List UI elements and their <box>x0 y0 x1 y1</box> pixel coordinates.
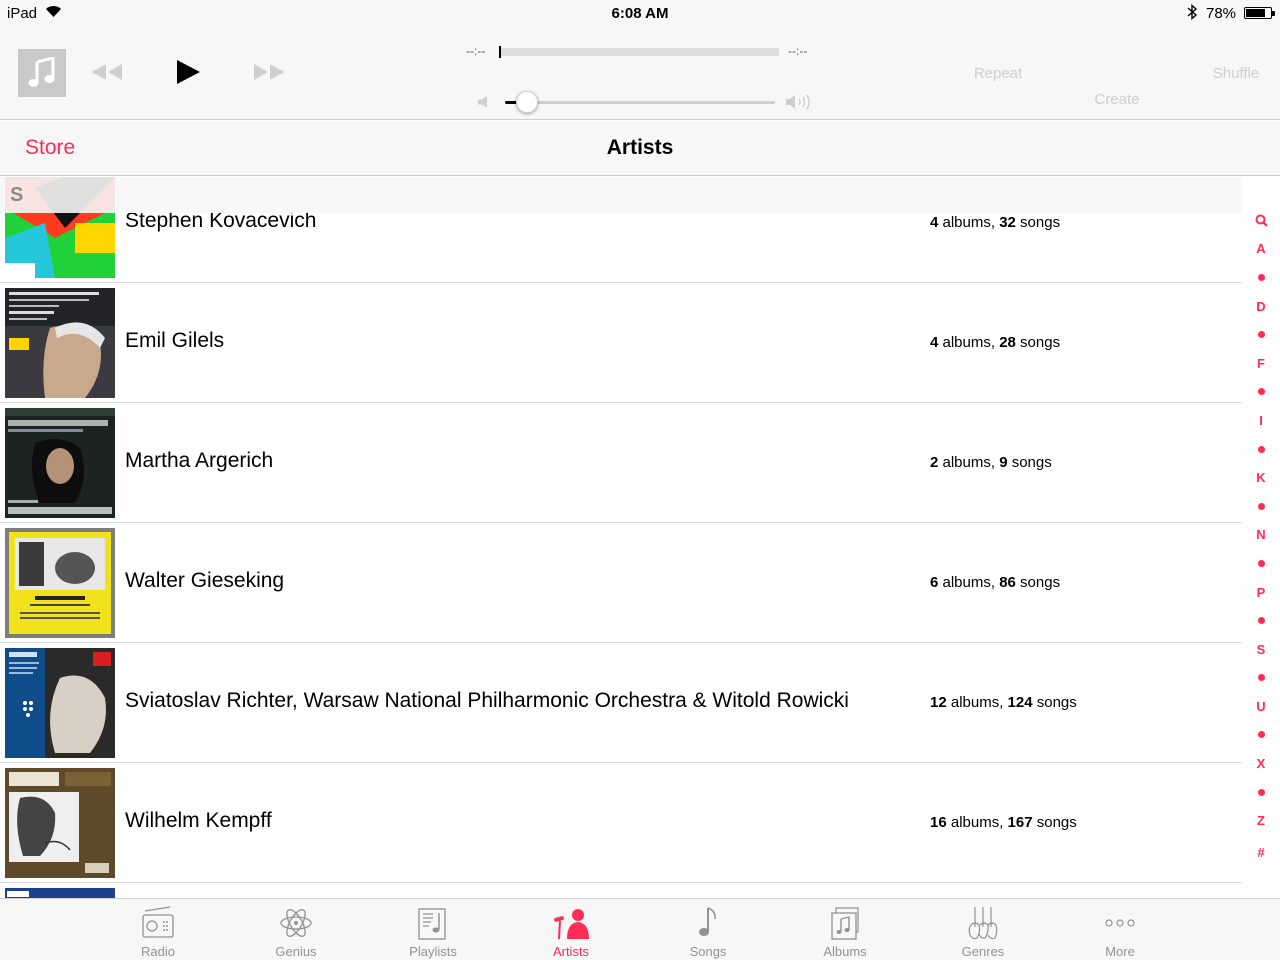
index-dot <box>1257 445 1265 453</box>
tab-label: Radio <box>141 944 175 959</box>
tab-artists[interactable]: Artists <box>511 899 631 960</box>
playhead-marker[interactable] <box>499 46 501 58</box>
artist-row[interactable] <box>0 883 1242 898</box>
bluetooth-icon <box>1187 4 1198 20</box>
artist-name: Walter Gieseking <box>125 569 285 592</box>
artist-row[interactable]: Emil Gilels 4 albums, 28 songs <box>0 283 1242 403</box>
volume-slider[interactable] <box>505 91 775 113</box>
index-letter[interactable]: N <box>1246 521 1276 550</box>
play-button[interactable] <box>174 58 202 86</box>
repeat-button[interactable]: Repeat <box>958 65 1038 82</box>
album-artwork <box>5 528 115 638</box>
index-letter[interactable]: U <box>1246 692 1276 721</box>
tab-label: Songs <box>689 944 727 959</box>
index-letter[interactable]: I <box>1246 406 1276 435</box>
music-note-icon <box>28 57 55 87</box>
artist-count: 6 albums, 86 songs <box>930 574 1061 591</box>
albums-icon <box>831 907 859 940</box>
album-artwork <box>5 648 115 758</box>
artist-count: 12 albums, 124 songs <box>930 694 1077 711</box>
player-controls: --:-- --:-- Repeat Create Shuffle <box>0 26 1280 120</box>
battery-level-fill <box>1246 9 1265 17</box>
index-dot <box>1257 674 1265 682</box>
index-letter[interactable]: S <box>1246 635 1276 664</box>
artist-row[interactable]: Wilhelm Kempff 16 albums, 167 songs <box>0 763 1242 883</box>
index-letter[interactable]: A <box>1246 235 1276 264</box>
tab-bar: Radio Genius Playlists Artists Songs Alb… <box>0 898 1280 960</box>
index-dot <box>1257 617 1265 625</box>
index-letter[interactable]: # <box>1246 835 1276 869</box>
index-letter[interactable]: P <box>1246 578 1276 607</box>
artist-row[interactable]: Martha Argerich 2 albums, 9 songs <box>0 403 1242 523</box>
status-time: 6:08 AM <box>611 5 669 22</box>
artist-count: 4 albums, 28 songs <box>930 334 1061 351</box>
index-letter[interactable]: K <box>1246 463 1276 492</box>
index-dot <box>1257 388 1265 396</box>
progress-scrubber[interactable] <box>499 46 779 58</box>
index-dot <box>1257 502 1265 510</box>
tab-label: Artists <box>552 944 590 959</box>
artist-row[interactable]: Walter Gieseking 6 albums, 86 songs <box>0 523 1242 643</box>
elapsed-time: --:-- <box>466 44 486 58</box>
status-bar: iPad 6:08 AM 78% <box>0 0 1280 26</box>
artist-count: 16 albums, 167 songs <box>930 814 1077 831</box>
album-artwork <box>5 408 115 518</box>
section-header: S <box>0 177 1242 213</box>
volume-max-icon <box>786 94 810 110</box>
index-dot <box>1257 331 1265 339</box>
remaining-time: --:-- <box>788 44 808 58</box>
album-artwork <box>5 888 115 898</box>
tab-label: Playlists <box>409 944 457 959</box>
now-playing-artwork[interactable] <box>18 49 66 97</box>
create-button[interactable]: Create <box>1077 91 1157 108</box>
section-index[interactable]: A D F I K N P S U X Z # <box>1246 206 1276 869</box>
artist-list[interactable]: S Stephen Kovacevich 4 albums, 32 songs <box>0 177 1242 898</box>
index-dot <box>1257 559 1265 567</box>
album-artwork <box>5 288 115 398</box>
tab-songs[interactable]: Songs <box>648 899 768 960</box>
index-letter[interactable]: F <box>1246 349 1276 378</box>
battery-percent: 78% <box>1206 5 1237 22</box>
rewind-button[interactable] <box>90 62 124 82</box>
artist-name: Emil Gilels <box>125 329 225 352</box>
playlists-icon <box>418 908 446 940</box>
tab-label: Albums <box>823 944 867 959</box>
index-letter[interactable]: Z <box>1246 806 1276 835</box>
genres-guitar-icon <box>968 907 998 940</box>
artist-name: Sviatoslav Richter, Warsaw National Phil… <box>125 689 849 712</box>
radio-icon <box>142 906 174 938</box>
more-dots-icon <box>1105 919 1135 927</box>
fast-forward-button[interactable] <box>252 62 286 82</box>
genius-atom-icon <box>280 909 312 937</box>
album-artwork <box>5 768 115 878</box>
tab-playlists[interactable]: Playlists <box>373 899 493 960</box>
artist-row[interactable]: Sviatoslav Richter, Warsaw National Phil… <box>0 643 1242 763</box>
artist-name: Wilhelm Kempff <box>125 809 272 832</box>
index-letter[interactable]: X <box>1246 749 1276 778</box>
volume-slider-knob[interactable] <box>515 91 538 113</box>
index-letter[interactable]: D <box>1246 292 1276 321</box>
tab-genres[interactable]: Genres <box>923 899 1043 960</box>
tab-genius[interactable]: Genius <box>236 899 356 960</box>
index-dot <box>1257 788 1265 796</box>
index-dot <box>1257 731 1265 739</box>
tab-label: Genres <box>961 944 1005 959</box>
artist-count: 4 albums, 32 songs <box>930 214 1061 231</box>
artists-icon <box>554 909 589 940</box>
tab-label: More <box>1105 944 1135 959</box>
index-search-icon[interactable] <box>1246 206 1276 235</box>
index-dot <box>1257 273 1265 281</box>
tab-radio[interactable]: Radio <box>98 899 218 960</box>
page-title: Artists <box>606 136 674 159</box>
tab-albums[interactable]: Albums <box>785 899 905 960</box>
shuffle-button[interactable]: Shuffle <box>1196 65 1276 82</box>
tab-more[interactable]: More <box>1060 899 1180 960</box>
volume-min-icon <box>478 96 487 108</box>
battery-icon <box>1244 7 1275 19</box>
artist-count: 2 albums, 9 songs <box>930 454 1052 471</box>
navigation-bar: Store Artists <box>0 121 1280 176</box>
music-note-icon <box>699 907 716 936</box>
tab-label: Genius <box>275 944 317 959</box>
artist-name: Martha Argerich <box>125 449 274 472</box>
